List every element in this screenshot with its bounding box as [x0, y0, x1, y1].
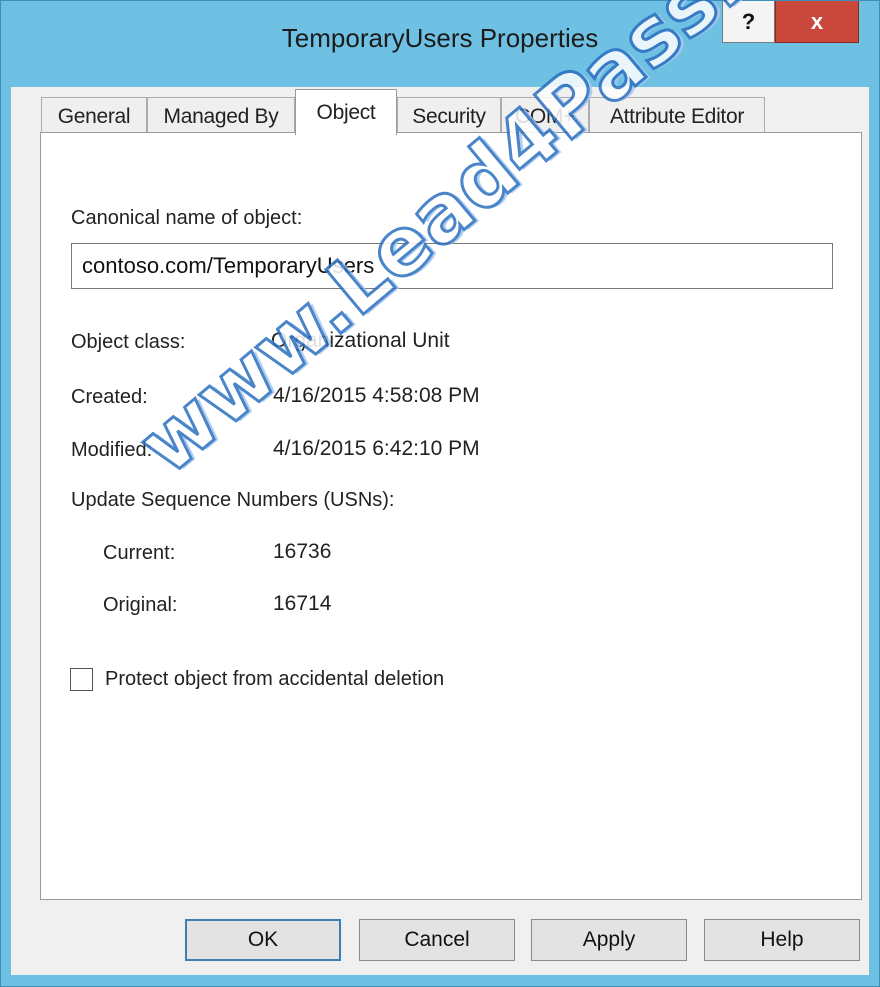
apply-button[interactable]: Apply: [531, 919, 687, 961]
object-class-label: Object class:: [71, 331, 186, 353]
tab-object[interactable]: Object: [295, 89, 397, 135]
usn-current-value: 16736: [273, 540, 332, 563]
tab-security[interactable]: Security: [397, 97, 501, 135]
created-label: Created:: [71, 386, 148, 408]
created-value: 4/16/2015 4:58:08 PM: [273, 384, 480, 407]
title-bar[interactable]: TemporaryUsers Properties ? x: [1, 1, 879, 87]
help-title-button[interactable]: ?: [722, 1, 775, 43]
help-button[interactable]: Help: [704, 919, 860, 961]
usn-heading: Update Sequence Numbers (USNs):: [71, 489, 395, 511]
tab-general[interactable]: General: [41, 97, 147, 135]
cancel-button[interactable]: Cancel: [359, 919, 515, 961]
usn-current-label: Current:: [103, 542, 176, 564]
object-class-value: Organizational Unit: [271, 329, 450, 352]
protect-deletion-label[interactable]: Protect object from accidental deletion: [105, 668, 444, 691]
protect-deletion-checkbox[interactable]: [70, 668, 93, 691]
usn-original-value: 16714: [273, 592, 332, 615]
close-button[interactable]: x: [775, 1, 859, 43]
dialog-client-area: General Managed By Object Security COM+ …: [11, 87, 869, 975]
canonical-name-label: Canonical name of object:: [71, 207, 303, 229]
tab-attribute-editor[interactable]: Attribute Editor: [589, 97, 765, 135]
object-tab-panel: Canonical name of object: contoso.com/Te…: [40, 132, 862, 900]
question-icon: ?: [741, 8, 756, 34]
ok-button[interactable]: OK: [185, 919, 341, 961]
modified-label: Modified:: [71, 439, 153, 461]
tab-com-plus[interactable]: COM+: [501, 97, 589, 135]
canonical-name-field[interactable]: contoso.com/TemporaryUsers: [71, 243, 833, 289]
modified-value: 4/16/2015 6:42:10 PM: [273, 437, 480, 460]
close-icon: x: [810, 8, 824, 34]
properties-dialog: TemporaryUsers Properties ? x General Ma…: [0, 0, 880, 987]
tab-managed-by[interactable]: Managed By: [147, 97, 295, 135]
usn-original-label: Original:: [103, 594, 178, 616]
